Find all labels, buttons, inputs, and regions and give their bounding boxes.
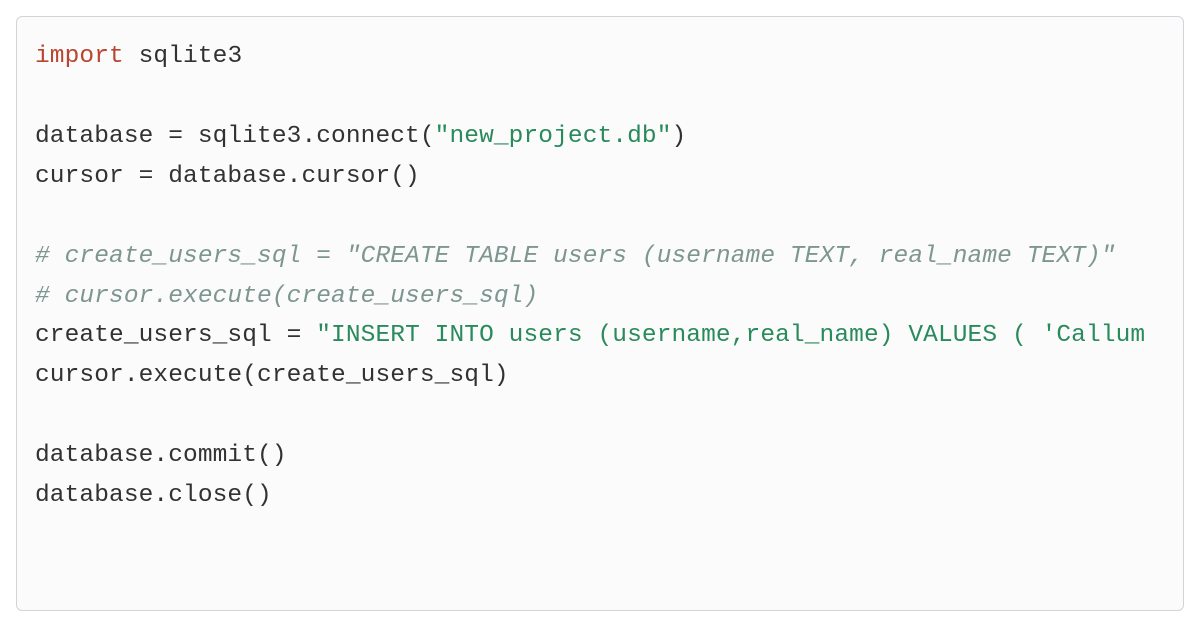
- code-token: database = sqlite3.connect(: [35, 123, 435, 150]
- code-block: import sqlite3 database = sqlite3.connec…: [16, 16, 1184, 611]
- code-token: "new_project.db": [435, 123, 672, 150]
- code-token: ): [672, 123, 687, 150]
- code-token: # create_users_sql = "CREATE TABLE users…: [35, 243, 1116, 270]
- code-token: cursor = database.cursor(): [35, 163, 420, 190]
- code-token: "INSERT INTO users (username,real_name) …: [316, 322, 1145, 349]
- code-token: database.commit(): [35, 442, 287, 469]
- code-content: import sqlite3 database = sqlite3.connec…: [35, 37, 1165, 516]
- code-token: # cursor.execute(create_users_sql): [35, 283, 538, 310]
- code-token: create_users_sql =: [35, 322, 316, 349]
- code-token: import: [35, 43, 124, 70]
- code-token: database.close(): [35, 482, 272, 509]
- code-token: sqlite3: [124, 43, 242, 70]
- code-token: cursor.execute(create_users_sql): [35, 362, 509, 389]
